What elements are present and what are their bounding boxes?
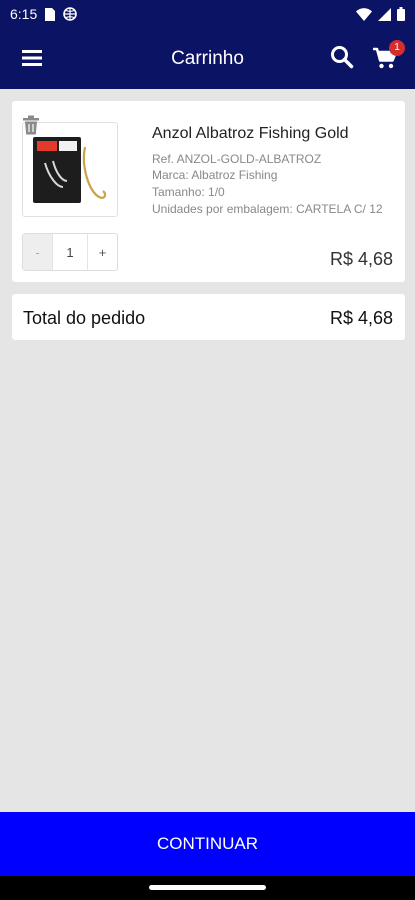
product-name[interactable]: Anzol Albatroz Fishing Gold [152,125,349,143]
search-icon[interactable] [329,44,355,70]
product-ref: Ref. ANZOL-GOLD-ALBATROZ [152,152,322,166]
cart-item-card: Anzol Albatroz Fishing Gold Ref. ANZOL-G… [12,101,405,282]
trash-icon[interactable] [22,115,40,135]
battery-icon [397,7,405,21]
system-navigation-bar [0,876,415,900]
continue-button[interactable]: CONTINUAR [0,812,415,876]
product-size: Tamanho: 1/0 [152,185,225,199]
status-bar: 6:15 [0,0,415,28]
decrease-quantity-button[interactable]: - [23,234,52,270]
home-gesture-handle[interactable] [149,885,266,890]
quantity-stepper: - 1 + [22,233,118,271]
cart-count-badge: 1 [389,40,405,56]
order-total-value: R$ 4,68 [329,308,393,328]
sim-card-icon [45,7,56,21]
product-units: Unidades por embalagem: CARTELA C/ 12 [152,202,383,216]
increase-quantity-button[interactable]: + [88,234,117,270]
product-brand: Marca: Albatroz Fishing [152,168,278,182]
wifi-icon [356,7,372,21]
vpn-globe-icon [63,7,78,21]
order-total-label: Total do pedido [23,308,146,328]
status-time: 6:15 [10,6,38,22]
order-total-card: Total do pedido R$ 4,68 [12,294,405,340]
signal-icon [378,7,391,21]
app-bar: Carrinho 1 [0,28,415,89]
item-price: R$ 4,68 [329,249,393,269]
product-image[interactable] [22,122,118,217]
menu-icon[interactable] [20,46,46,70]
quantity-value[interactable]: 1 [52,234,88,270]
